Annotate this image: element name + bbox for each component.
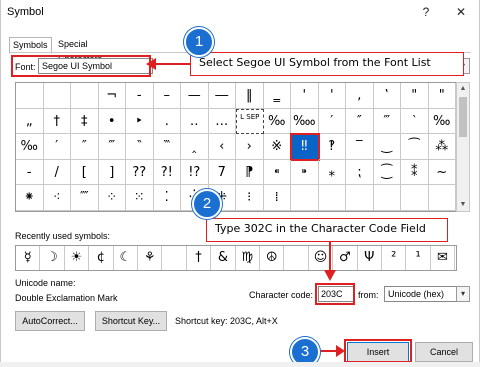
callout-1-box: Select Segoe UI Symbol from the Font Lis…	[190, 52, 464, 76]
callout-3-arrowhead	[336, 345, 345, 357]
callout-1-arrowhead	[146, 58, 156, 70]
callout-2-box: Type 302C in the Character Code Field	[206, 218, 448, 242]
bottom-strip	[0, 362, 480, 367]
callout-1-badge: 1	[184, 27, 214, 57]
callout-2-arrowhead	[324, 270, 336, 281]
callout-2-badge: 2	[192, 189, 222, 219]
